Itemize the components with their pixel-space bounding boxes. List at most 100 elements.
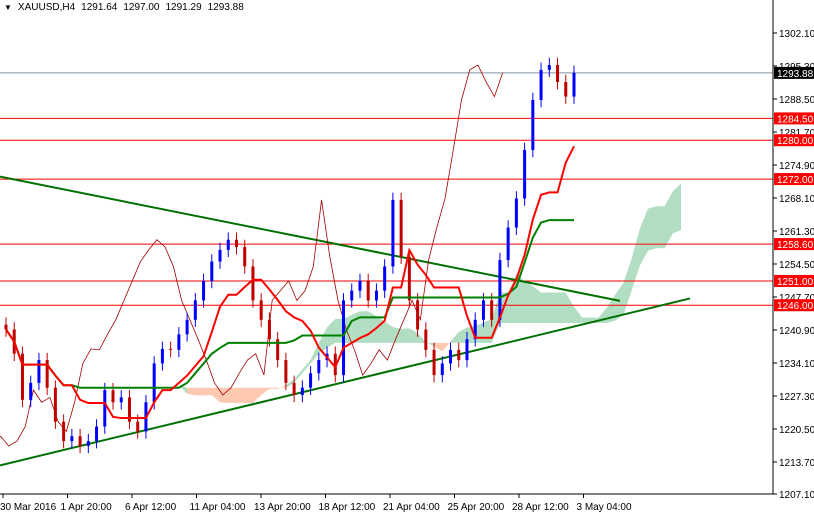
price-chart[interactable]: 1302.101295.301288.501281.701274.901268.… <box>0 0 814 514</box>
y-tick-label: 1213.70 <box>779 458 814 469</box>
ichimoku-cloud-segment <box>162 375 171 386</box>
candle-body <box>514 198 518 228</box>
y-tick-label: 1302.10 <box>779 29 814 40</box>
candle-body <box>481 300 485 320</box>
ichimoku-cloud-segment <box>656 206 665 249</box>
x-tick-label: 28 Apr 12:00 <box>512 502 569 513</box>
ichimoku-cloud-segment <box>121 341 130 365</box>
chart-window: 1302.101295.301288.501281.701274.901268.… <box>0 0 814 514</box>
ichimoku-cloud-segment <box>228 387 237 403</box>
y-tick-label: 1227.30 <box>779 392 814 403</box>
candle-body <box>251 266 255 301</box>
candle-body <box>202 280 206 301</box>
ichimoku-cloud-segment <box>252 387 262 403</box>
candle-body <box>391 199 395 267</box>
candle-body <box>457 349 461 361</box>
close-value: 1293.88 <box>207 2 244 13</box>
level-label: 1272.00 <box>777 175 814 186</box>
ichimoku-cloud-segment <box>376 316 385 343</box>
candle-body <box>383 266 387 291</box>
ichimoku-cloud-segment <box>203 387 212 396</box>
candle-body <box>37 360 41 383</box>
candle-body <box>95 426 99 442</box>
level-label: 1246.00 <box>777 301 814 312</box>
level-label: 1258.60 <box>777 240 814 251</box>
ichimoku-cloud-segment <box>294 369 303 383</box>
ichimoku-cloud-segment <box>384 321 393 343</box>
level-label: 1280.00 <box>777 136 814 147</box>
y-tick-label: 1268.10 <box>779 194 814 205</box>
candle-body <box>547 65 551 70</box>
candle-body <box>498 260 502 320</box>
candle-body <box>243 247 247 267</box>
candle-body <box>86 441 90 446</box>
y-tick-label: 1261.30 <box>779 227 814 238</box>
candle-body <box>399 199 403 257</box>
candle-body <box>539 69 543 100</box>
y-tick-label: 1274.90 <box>779 161 814 172</box>
y-tick-label: 1234.10 <box>779 359 814 370</box>
ichimoku-cloud-segment <box>524 281 533 323</box>
x-tick-label: 21 Apr 04:00 <box>383 502 440 513</box>
y-tick-label: 1240.90 <box>779 326 814 337</box>
ichimoku-cloud-segment <box>211 387 221 403</box>
level-label: 1284.50 <box>777 114 814 125</box>
candle-body <box>556 65 560 83</box>
candle-body <box>358 280 362 291</box>
high-value: 1297.00 <box>123 2 160 13</box>
candle-body <box>152 363 156 403</box>
ichimoku-cloud-segment <box>672 183 682 234</box>
tenkan-sen-line <box>5 145 575 420</box>
ichimoku-cloud-segment <box>244 387 253 403</box>
candle-body <box>259 300 263 320</box>
candle-body <box>111 390 115 403</box>
ichimoku-cloud-segment <box>113 329 122 342</box>
open-value: 1291.64 <box>81 2 118 13</box>
candle-body <box>366 280 370 301</box>
candle-body <box>169 348 173 350</box>
low-value: 1291.29 <box>165 2 202 13</box>
candle-body <box>78 436 82 446</box>
candle-body <box>424 329 428 350</box>
x-tick-label: 13 Apr 20:00 <box>254 502 311 513</box>
candle-body <box>103 390 107 427</box>
candle-body <box>193 300 197 320</box>
ichimoku-cloud-segment <box>450 331 459 343</box>
candle-body <box>234 239 238 248</box>
candle-body <box>218 249 222 262</box>
ichimoku-cloud-segment <box>220 387 229 403</box>
ichimoku-cloud-segment <box>327 318 336 348</box>
candle-body <box>226 239 230 250</box>
ichimoku-cloud-segment <box>565 292 574 323</box>
x-tick-label: 3 May 04:00 <box>577 502 632 513</box>
x-tick-label: 25 Apr 20:00 <box>448 502 505 513</box>
candle-body <box>564 82 568 97</box>
candle-body <box>210 261 214 281</box>
candle-body <box>62 421 66 442</box>
candle-body <box>284 360 288 383</box>
candle-body <box>267 319 271 340</box>
symbol-label: XAUUSD,H4 <box>17 2 76 13</box>
ichimoku-cloud-segment <box>483 319 492 343</box>
ichimoku-cloud-segment <box>261 387 270 396</box>
dropdown-triangle-icon[interactable]: ▼ <box>4 3 12 13</box>
candle-body <box>160 348 164 364</box>
ichimoku-cloud-segment <box>664 191 673 249</box>
candle-body <box>53 387 57 422</box>
candle-body <box>350 290 354 301</box>
candle-body <box>136 421 140 432</box>
ichimoku-cloud-segment <box>236 387 245 403</box>
y-tick-label: 1288.50 <box>779 95 814 106</box>
x-tick-label: 6 Apr 12:00 <box>125 502 177 513</box>
ichimoku-cloud-segment <box>195 387 204 396</box>
candle-body <box>531 99 535 150</box>
current-price-label: 1293.88 <box>777 69 814 80</box>
candle-body <box>374 290 378 301</box>
ichimoku-cloud-segment <box>623 258 632 315</box>
candle-body <box>317 360 321 374</box>
x-tick-label: 11 Apr 04:00 <box>190 502 246 513</box>
candle-body <box>29 382 33 400</box>
resistance-trendline <box>0 175 621 302</box>
candle-body <box>342 300 346 376</box>
ichimoku-cloud-segment <box>557 292 566 323</box>
